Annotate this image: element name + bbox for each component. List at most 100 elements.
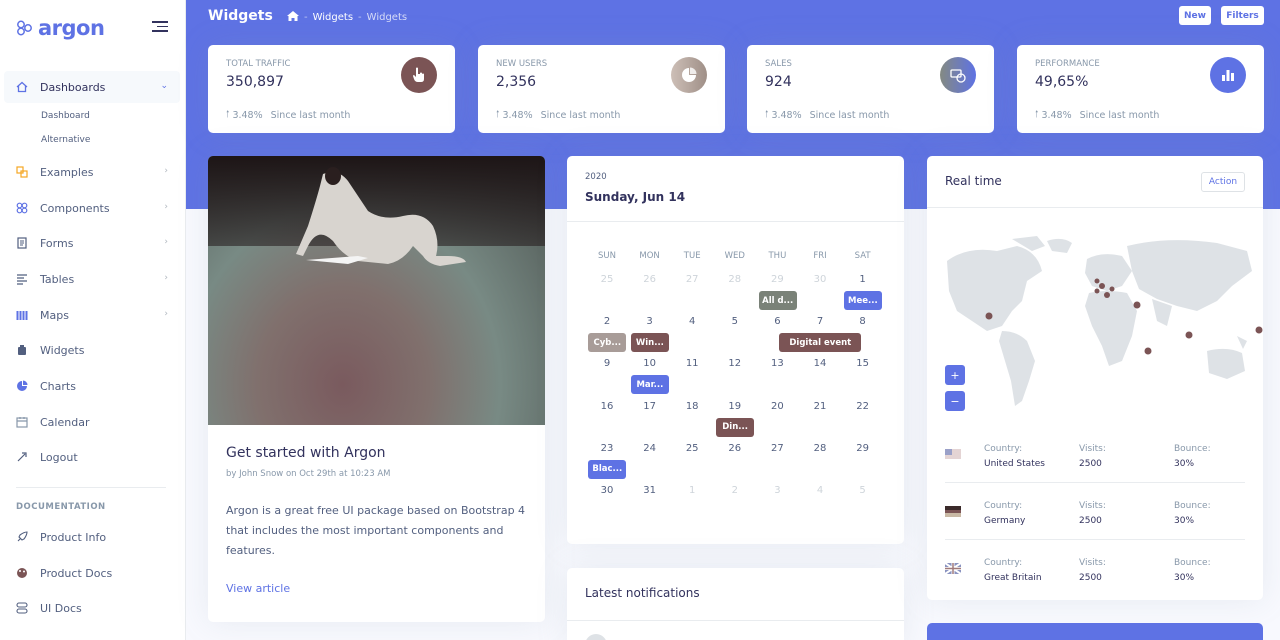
calendar-day[interactable]: 29: [842, 443, 884, 454]
sidebar-item-charts[interactable]: Charts: [4, 370, 180, 402]
calendar-day[interactable]: 30: [586, 485, 628, 496]
calendar-event[interactable]: Blac...: [588, 459, 627, 479]
calendar-day[interactable]: 26: [629, 274, 671, 285]
bounce-label: Bounce:: [1174, 501, 1211, 511]
calendar-day[interactable]: 23: [586, 443, 628, 454]
calendar-event[interactable]: Din...: [716, 417, 755, 437]
calendar-day[interactable]: 4: [671, 316, 713, 327]
blog-card: Get started with Argon by John Snow on O…: [208, 156, 545, 622]
calendar-day[interactable]: 31: [629, 485, 671, 496]
calendar-day[interactable]: 21: [799, 401, 841, 412]
brand-logo[interactable]: argon: [16, 14, 105, 42]
calendar-day[interactable]: 20: [756, 401, 798, 412]
calendar-day[interactable]: 11: [671, 358, 713, 369]
new-button[interactable]: New: [1179, 6, 1211, 25]
calendar-day[interactable]: 8: [842, 316, 884, 327]
sidebar-item-maps[interactable]: Maps ›: [4, 299, 180, 331]
calendar-day[interactable]: 25: [671, 443, 713, 454]
stat-since: Since last month: [809, 109, 890, 121]
calendar-day[interactable]: 6: [756, 316, 798, 327]
sidebar-item-examples[interactable]: Examples ›: [4, 156, 180, 188]
sidebar-subitem-alternative[interactable]: Alternative: [41, 135, 90, 145]
calendar-day[interactable]: 5: [842, 485, 884, 496]
sidebar-item-ui-docs[interactable]: UI Docs: [4, 592, 180, 624]
calendar-day[interactable]: 25: [586, 274, 628, 285]
calendar-day[interactable]: 27: [756, 443, 798, 454]
calendar-day[interactable]: 29: [756, 274, 798, 285]
calendar-day[interactable]: 5: [714, 316, 756, 327]
breadcrumb-link[interactable]: Widgets: [313, 12, 353, 23]
calendar-day[interactable]: 22: [842, 401, 884, 412]
calendar-day[interactable]: 16: [586, 401, 628, 412]
arrow-up-icon: 🠑: [496, 109, 500, 120]
calendar-event[interactable]: Mee...: [843, 291, 882, 310]
calendar-dow: THU: [768, 251, 787, 261]
sidebar-item-components[interactable]: Components ›: [4, 192, 180, 224]
sidebar-item-label: Tables: [40, 272, 75, 286]
sidebar-item-product-info[interactable]: Product Info: [4, 521, 180, 553]
sidebar-item-tables[interactable]: Tables ›: [4, 263, 180, 295]
zoom-in-button[interactable]: +: [945, 365, 965, 385]
action-button[interactable]: Action: [1201, 172, 1245, 192]
calendar-day[interactable]: 18: [671, 401, 713, 412]
calendar-day[interactable]: 19: [714, 401, 756, 412]
calendar-day[interactable]: 2: [586, 316, 628, 327]
sidebar-subitem-dashboard[interactable]: Dashboard: [41, 111, 90, 121]
calendar-event[interactable]: Cyb...: [588, 333, 627, 353]
sidebar-item-widgets[interactable]: Widgets: [4, 334, 180, 366]
calendar-event[interactable]: Win...: [630, 333, 669, 353]
visits-value: 2500: [1079, 516, 1102, 526]
visits-label: Visits:: [1079, 444, 1106, 454]
calendar-day[interactable]: 30: [799, 274, 841, 285]
calendar-event[interactable]: All d...: [758, 291, 797, 310]
sidebar-item-product-docs[interactable]: Product Docs: [4, 557, 180, 589]
sidebar-item-logout[interactable]: Logout: [4, 441, 180, 473]
stat-since: Since last month: [1079, 109, 1160, 121]
calendar-day[interactable]: 27: [671, 274, 713, 285]
sidebar-divider: [16, 487, 166, 488]
calendar-event[interactable]: Digital event: [779, 333, 862, 353]
stat-card-performance: PERFORMANCE 49,65% 🠑 3.48% Since last mont…: [1017, 45, 1264, 133]
bounce-label: Bounce:: [1174, 558, 1211, 568]
calendar-day[interactable]: 28: [714, 274, 756, 285]
sidebar-item-calendar[interactable]: Calendar: [4, 406, 180, 438]
visits-label: Visits:: [1079, 558, 1106, 568]
sidebar-item-label: Components: [40, 201, 110, 215]
calendar-day[interactable]: 28: [799, 443, 841, 454]
calendar-day[interactable]: 7: [799, 316, 841, 327]
blog-byline: by John Snow on Oct 29th at 10:23 AM: [226, 469, 391, 479]
calendar-event[interactable]: Mar...: [630, 375, 669, 395]
calendar-day[interactable]: 15: [842, 358, 884, 369]
sidebar-item-label: Forms: [40, 236, 74, 250]
zoom-out-button[interactable]: −: [945, 391, 965, 411]
calendar-day[interactable]: 1: [671, 485, 713, 496]
stat-pct: 3.48%: [1041, 109, 1072, 121]
filters-button[interactable]: Filters: [1221, 6, 1264, 25]
calendar-day[interactable]: 2: [714, 485, 756, 496]
calendar-day[interactable]: 3: [756, 485, 798, 496]
calendar-day[interactable]: 26: [714, 443, 756, 454]
view-article-link[interactable]: View article: [226, 582, 290, 595]
calendar-day[interactable]: 9: [586, 358, 628, 369]
realtime-divider: [927, 207, 1263, 208]
sidebar-item-label: Product Docs: [40, 566, 113, 580]
calendar-day[interactable]: 13: [756, 358, 798, 369]
ungroup-icon: [16, 166, 28, 178]
calendar-day[interactable]: 10: [629, 358, 671, 369]
home-icon[interactable]: [287, 11, 299, 24]
calendar-day[interactable]: 17: [629, 401, 671, 412]
calendar-day[interactable]: 4: [799, 485, 841, 496]
calendar-day[interactable]: 12: [714, 358, 756, 369]
sidenav-toggler[interactable]: [152, 21, 168, 33]
sidebar-item-forms[interactable]: Forms ›: [4, 227, 180, 259]
calendar-day[interactable]: 24: [629, 443, 671, 454]
calendar-day[interactable]: 3: [629, 316, 671, 327]
world-map[interactable]: [927, 231, 1263, 421]
calendar-day[interactable]: 14: [799, 358, 841, 369]
sidebar-item-dashboards[interactable]: Dashboards ⌄: [4, 71, 180, 103]
calendar-day[interactable]: 1: [842, 274, 884, 285]
stat-card-new-users: NEW USERS 2,356 🠑 3.48% Since last month: [478, 45, 725, 133]
country-label: Country:: [984, 558, 1023, 568]
sidebar-item-label: Widgets: [40, 343, 85, 357]
chevron-right-icon: ›: [164, 166, 168, 176]
